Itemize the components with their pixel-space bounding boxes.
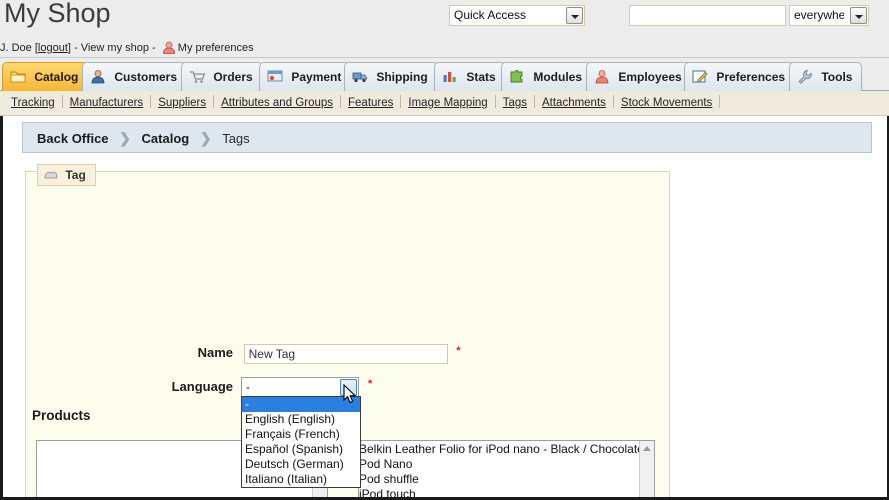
breadcrumb-current: Tags [222,131,250,146]
tab-modules[interactable]: Modules [501,62,593,91]
payment-icon [267,66,283,82]
tab-label: Stats [466,70,496,84]
tab-label: Employees [618,70,682,84]
user-avatar-icon [162,41,176,54]
tab-label: Modules [533,70,583,84]
dropdown-option[interactable]: English (English) [242,412,360,427]
chevron-right-icon: ❯ [199,130,212,146]
subnav-item-tags[interactable]: Tags [496,91,534,115]
tab-label: Catalog [34,70,79,84]
app-window: My Shop J. Doe [logout] - View my shop -… [0,0,889,500]
chevron-right-icon: ❯ [119,130,131,146]
search-scope-wrapper: everywhere [789,5,869,26]
subnav-item-suppliers[interactable]: Suppliers [151,91,213,115]
language-dropdown-list[interactable]: - English (English) Français (French) Es… [241,396,361,488]
products-available-options: Belkin Leather Folio for iPod nano - Bla… [359,441,639,500]
name-required-marker: * [456,345,461,358]
list-item[interactable]: Pod shuffle [359,472,639,487]
language-required-marker: * [368,378,373,390]
page-header: My Shop J. Doe [logout] - View my shop -… [0,0,889,58]
breadcrumb-root[interactable]: Back Office [37,131,109,146]
language-field-row: Language [3,379,233,394]
logout-link[interactable]: logout [38,42,68,54]
chevron-down-icon[interactable] [850,7,867,24]
tab-label: Preferences [716,70,786,84]
search-input[interactable] [629,5,786,26]
dropdown-option[interactable]: Français (French) [242,427,360,442]
tab-customers[interactable]: Customers [82,62,188,91]
quick-access-label: Quick Access [454,8,527,22]
tab-label: Payment [291,70,342,84]
subnav-item-image-mapping[interactable]: Image Mapping [401,91,494,115]
name-label: Name [197,345,233,361]
dropdown-option[interactable]: - [242,397,360,412]
products-available-listbox[interactable]: Belkin Leather Folio for iPod nano - Bla… [358,440,655,500]
search-scope-label: everywhere [794,8,844,22]
breadcrumb: Back Office ❯ Catalog ❯ Tags [22,122,872,153]
quick-access-select[interactable]: Quick Access [449,5,585,26]
employee-icon [594,66,610,84]
products-label: Products [32,408,91,423]
search-scope-select[interactable]: everywhere [789,5,869,26]
chevron-down-icon[interactable] [340,379,357,396]
subnav-item-attributes-and-groups[interactable]: Attributes and Groups [214,91,340,115]
user-name-prefix: J. Doe [ [0,42,38,54]
tab-label: Tools [821,70,853,84]
search-wrapper [629,5,786,26]
tab-shipping[interactable]: Shipping [344,62,438,91]
tab-catalog[interactable]: Catalog [2,62,89,91]
list-item[interactable]: Pod Nano [359,457,639,472]
dropdown-option[interactable]: Deutsch (German) [242,457,360,472]
cart-icon [189,66,206,83]
breadcrumb-section[interactable]: Catalog [142,131,190,146]
legend-label: Tag [65,168,86,182]
tab-label: Orders [213,70,253,84]
catalog-subnav: Tracking Manufacturers Suppliers Attributes… [0,91,889,116]
puzzle-icon [509,66,525,83]
name-field-row: Name * [3,344,463,364]
user-info-line: J. Doe [logout] - View my shop - My pref… [0,41,254,54]
list-item[interactable]: Belkin Leather Folio for iPod nano - Bla… [359,442,639,457]
chevron-down-icon[interactable] [566,7,583,24]
subnav-item-attachments[interactable]: Attachments [535,91,613,115]
dropdown-option[interactable]: Español (Spanish) [242,442,360,457]
scroll-up-icon[interactable] [640,441,654,456]
tag-panel-legend: Tag [37,164,96,186]
main-tab-bar: Catalog Customers Orders Payment Shippin… [0,58,889,91]
pencil-note-icon [692,66,708,83]
tab-orders[interactable]: Orders [181,62,263,91]
truck-icon [352,66,368,83]
subnav-item-manufacturers[interactable]: Manufacturers [63,91,151,115]
tab-stats[interactable]: Stats [434,62,506,91]
quick-access-wrapper: Quick Access [449,5,585,26]
content-area: Back Office ❯ Catalog ❯ Tags Tag Name * … [0,116,889,500]
scrollbar-vertical[interactable] [639,441,654,500]
tab-employees[interactable]: Employees [586,62,692,91]
folder-icon [10,66,26,83]
bar-chart-icon [442,66,458,82]
shop-title: My Shop [4,0,111,28]
subnav-item-tracking[interactable]: Tracking [4,91,62,115]
subnav-divider [719,95,721,108]
tab-label: Customers [114,70,178,84]
tab-payment[interactable]: Payment [259,62,352,91]
my-preferences-link[interactable]: My preferences [178,42,254,54]
subnav-item-features[interactable]: Features [341,91,400,115]
wrench-icon [797,66,813,84]
tag-icon [44,167,58,179]
name-input[interactable] [243,344,448,364]
language-select[interactable]: - [241,377,359,397]
language-selected-value: - [246,380,250,394]
dropdown-option[interactable]: Italiano (Italian) [242,472,360,487]
language-label: Language [171,379,233,394]
tab-tools[interactable]: Tools [789,62,863,91]
user-line-middle: ] - View my shop - [67,42,159,54]
customer-icon [90,66,106,84]
tab-label: Shipping [376,70,428,84]
tab-preferences[interactable]: Preferences [684,62,796,91]
subnav-item-stock-movements[interactable]: Stock Movements [614,91,719,115]
